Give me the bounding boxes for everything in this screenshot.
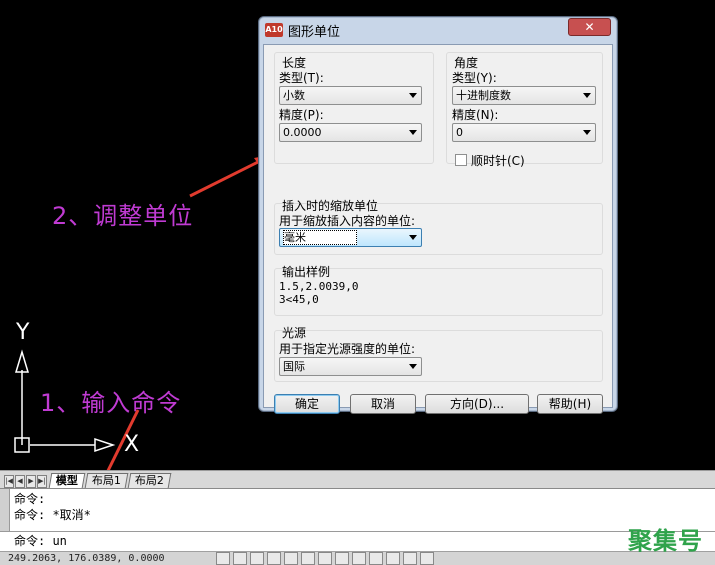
angle-precision-label: 精度(N): (452, 108, 499, 122)
tab-model[interactable]: 模型 (48, 473, 86, 488)
lighting-units-select[interactable]: 国际 (279, 357, 422, 376)
tab-layout2[interactable]: 布局2 (127, 473, 172, 488)
angle-precision-value: 0 (456, 126, 463, 139)
drawing-units-dialog: A10 图形单位 ✕ 长度 类型(T): 小数 精度(P): 0.0000 角度… (258, 16, 618, 414)
cancel-button[interactable]: 取消 (350, 394, 416, 414)
angle-precision-select[interactable]: 0 (452, 123, 596, 142)
command-input[interactable]: 命令: un (0, 531, 715, 551)
grid-toggle-icon[interactable] (233, 552, 247, 565)
prev-tab-button[interactable]: ◀ (15, 475, 25, 488)
ucs-y-label: Y (16, 320, 30, 345)
tab-label: 布局2 (134, 474, 164, 487)
lighting-group-label: 光源 (282, 326, 307, 340)
dyn-toggle-icon[interactable] (335, 552, 349, 565)
next-tab-button[interactable]: ▶ (26, 475, 36, 488)
layout-tab-bar: |◀ ◀ ▶ ▶| 模型 布局1 布局2 (0, 470, 715, 488)
snap-toggle-icon[interactable] (216, 552, 230, 565)
command-history-line: 命令: (14, 492, 46, 506)
annotation-step1: 1、输入命令 (40, 389, 182, 417)
status-bar: 249.2063, 176.0389, 0.0000 (0, 551, 715, 565)
close-button[interactable]: ✕ (568, 18, 611, 36)
chevron-down-icon (583, 130, 591, 135)
first-tab-button[interactable]: |◀ (4, 475, 14, 488)
ucs-x-label: X (124, 432, 140, 457)
lighting-units-value: 国际 (283, 360, 305, 373)
length-precision-select[interactable]: 0.0000 (279, 123, 422, 142)
tab-layout1[interactable]: 布局1 (84, 473, 129, 488)
insertion-units-label: 用于缩放插入内容的单位: (279, 214, 416, 228)
clockwise-label[interactable]: 顺时针(C) (471, 152, 525, 169)
direction-button[interactable]: 方向(D)... (425, 394, 529, 414)
ducs-toggle-icon[interactable] (318, 552, 332, 565)
dialog-client: 长度 类型(T): 小数 精度(P): 0.0000 角度 类型(Y): 十进制… (263, 44, 613, 414)
help-button[interactable]: 帮助(H) (537, 394, 603, 414)
sample-output-line1: 1.5,2.0039,0 (279, 280, 359, 293)
command-history-line: 命令: *取消* (14, 508, 91, 522)
autocad-app-icon: A10 (265, 23, 283, 37)
last-tab-button[interactable]: ▶| (37, 475, 47, 488)
chevron-down-icon (409, 364, 417, 369)
chevron-down-icon (409, 130, 417, 135)
close-icon: ✕ (584, 20, 595, 34)
otrack-toggle-icon[interactable] (301, 552, 315, 565)
dialog-titlebar[interactable]: A10 图形单位 ✕ (259, 17, 617, 43)
ortho-toggle-icon[interactable] (250, 552, 264, 565)
chevron-down-icon (583, 93, 591, 98)
insertion-units-value: 毫米 (283, 230, 357, 245)
sample-output-group-label: 输出样例 (282, 265, 331, 279)
paper-icon[interactable] (420, 552, 434, 565)
osnap-toggle-icon[interactable] (284, 552, 298, 565)
chevron-down-icon (409, 93, 417, 98)
angle-type-value: 十进制度数 (456, 89, 511, 102)
annotation-step2: 2、调整单位 (52, 202, 194, 230)
sample-output-line2: 3<45,0 (279, 293, 319, 306)
lwt-toggle-icon[interactable] (352, 552, 366, 565)
sc-toggle-icon[interactable] (386, 552, 400, 565)
qp-toggle-icon[interactable] (369, 552, 383, 565)
polar-toggle-icon[interactable] (267, 552, 281, 565)
angle-type-select[interactable]: 十进制度数 (452, 86, 596, 105)
lighting-units-label: 用于指定光源强度的单位: (279, 342, 416, 356)
length-type-select[interactable]: 小数 (279, 86, 422, 105)
tab-label: 布局1 (91, 474, 121, 487)
length-type-value: 小数 (283, 89, 305, 102)
chevron-down-icon (409, 235, 417, 240)
plus-icon[interactable] (403, 552, 417, 565)
coordinate-readout: 249.2063, 176.0389, 0.0000 (8, 553, 165, 564)
length-precision-label: 精度(P): (279, 108, 324, 122)
ok-button[interactable]: 确定 (274, 394, 340, 414)
clockwise-checkbox[interactable] (455, 154, 467, 166)
dialog-title: 图形单位 (288, 24, 341, 40)
angle-type-label: 类型(Y): (452, 71, 497, 85)
insertion-units-select[interactable]: 毫米 (279, 228, 422, 247)
length-precision-value: 0.0000 (283, 126, 322, 139)
length-type-label: 类型(T): (279, 71, 324, 85)
watermark-logo: 聚集号 (628, 527, 703, 555)
status-toggles (216, 552, 434, 565)
tab-label: 模型 (55, 474, 78, 487)
